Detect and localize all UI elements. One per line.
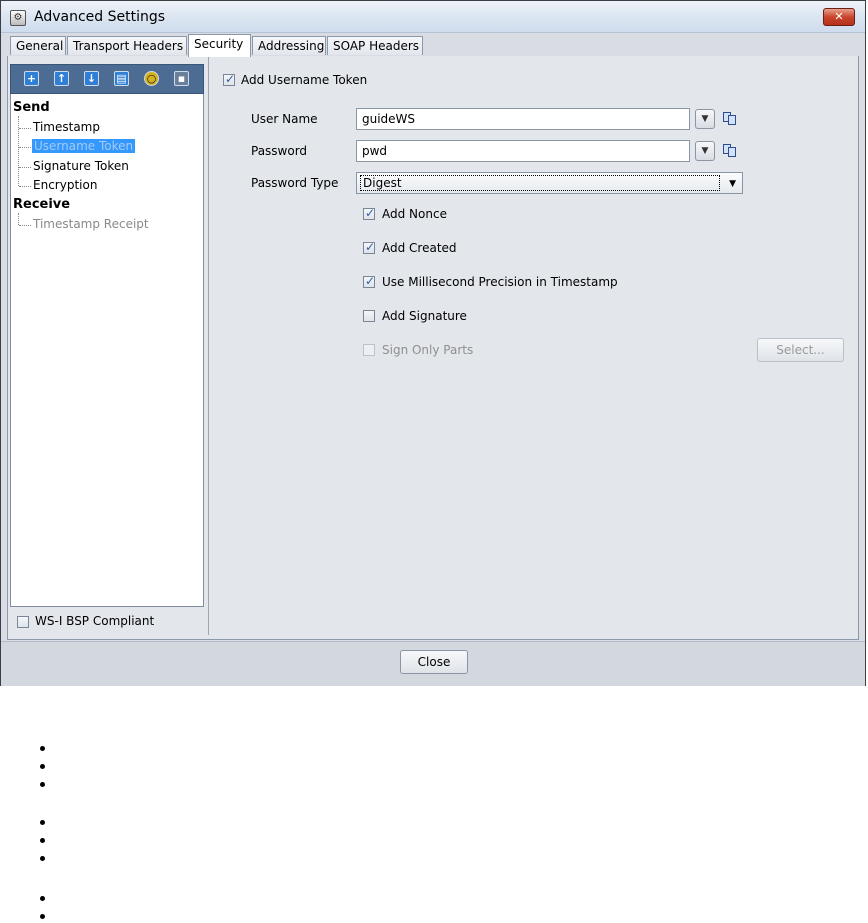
add-signature-label: Add Signature bbox=[382, 309, 467, 323]
tree-connector bbox=[18, 213, 19, 225]
security-tree: Send Timestamp Username Token Signature … bbox=[10, 94, 204, 607]
tree-item-timestamp[interactable]: Timestamp bbox=[33, 120, 100, 134]
user-name-label: User Name bbox=[251, 112, 318, 126]
add-created-checkbox[interactable] bbox=[363, 240, 375, 254]
add-username-token-checkbox[interactable] bbox=[223, 72, 235, 86]
list-bullet bbox=[40, 764, 45, 769]
add-icon[interactable]: + bbox=[24, 71, 39, 86]
sign-only-parts-checkbox[interactable] bbox=[363, 344, 375, 356]
list-bullet bbox=[40, 856, 45, 861]
list-bullet bbox=[40, 838, 45, 843]
tree-item-encryption[interactable]: Encryption bbox=[33, 178, 97, 192]
list-bullet bbox=[40, 820, 45, 825]
refresh-icon[interactable]: ○ bbox=[144, 71, 159, 86]
tab-transport-headers[interactable]: Transport Headers bbox=[67, 36, 187, 55]
move-up-icon[interactable]: ↑ bbox=[54, 71, 69, 86]
wsi-bsp-checkbox[interactable] bbox=[17, 616, 29, 628]
tree-send-header[interactable]: Send bbox=[13, 100, 50, 115]
user-name-input[interactable]: guideWS bbox=[356, 108, 690, 130]
ms-precision-label: Use Millisecond Precision in Timestamp bbox=[382, 275, 618, 289]
list-bullet bbox=[40, 746, 45, 751]
tab-addressing[interactable]: Addressing bbox=[252, 36, 326, 55]
add-nonce-checkbox[interactable] bbox=[363, 206, 375, 220]
list-bullet bbox=[40, 914, 45, 919]
user-name-dropdown-button[interactable]: ▼ bbox=[695, 109, 715, 129]
password-type-select[interactable]: Digest ▼ bbox=[356, 172, 743, 194]
app-icon: ⚙ bbox=[10, 10, 26, 26]
password-type-label: Password Type bbox=[251, 176, 339, 190]
window-close-button[interactable]: ✕ bbox=[823, 8, 855, 26]
tree-connector bbox=[19, 147, 31, 148]
variable-icon[interactable] bbox=[723, 144, 737, 158]
list-bullet bbox=[40, 782, 45, 787]
list-bullet bbox=[40, 896, 45, 901]
variable-icon[interactable] bbox=[723, 112, 737, 126]
chevron-down-icon: ▼ bbox=[729, 179, 736, 189]
title-bar[interactable]: ⚙ Advanced Settings ✕ bbox=[1, 1, 865, 33]
tree-item-username-token[interactable]: Username Token bbox=[32, 139, 136, 153]
tree-connector bbox=[19, 128, 31, 129]
add-signature-checkbox[interactable] bbox=[363, 310, 375, 322]
move-down-icon[interactable]: ↓ bbox=[84, 71, 99, 86]
tree-item-signature-token[interactable]: Signature Token bbox=[33, 159, 129, 173]
tab-security[interactable]: Security bbox=[188, 34, 251, 57]
password-dropdown-button[interactable]: ▼ bbox=[695, 141, 715, 161]
tree-connector bbox=[19, 167, 31, 168]
add-created-label: Add Created bbox=[382, 241, 457, 255]
advanced-settings-window: ⚙ Advanced Settings ✕ General Transport … bbox=[0, 0, 866, 686]
dialog-footer: Close bbox=[1, 641, 865, 686]
window-title: Advanced Settings bbox=[34, 9, 166, 25]
tree-connector bbox=[19, 186, 31, 187]
tree-item-timestamp-receipt[interactable]: Timestamp Receipt bbox=[33, 217, 149, 231]
tree-receive-header[interactable]: Receive bbox=[13, 197, 70, 212]
ms-precision-checkbox[interactable] bbox=[363, 274, 375, 288]
tree-connector bbox=[19, 225, 31, 226]
tab-general[interactable]: General bbox=[10, 36, 66, 55]
close-button[interactable]: Close bbox=[400, 650, 468, 674]
add-nonce-label: Add Nonce bbox=[382, 207, 447, 221]
wsi-bsp-label: WS-I BSP Compliant bbox=[35, 614, 155, 628]
add-username-token-label: Add Username Token bbox=[241, 73, 368, 87]
panel-divider[interactable] bbox=[208, 57, 209, 635]
select-parts-button[interactable]: Select... bbox=[757, 338, 844, 362]
password-type-value: Digest bbox=[360, 175, 720, 191]
password-input[interactable]: pwd bbox=[356, 140, 690, 162]
tree-connector bbox=[18, 116, 19, 186]
tab-soap-headers[interactable]: SOAP Headers bbox=[327, 36, 423, 55]
wsi-bsp-option: WS-I BSP Compliant bbox=[10, 609, 204, 635]
tree-toolbar: + ↑ ↓ ▤ ○ ▪ bbox=[10, 64, 204, 94]
delete-icon[interactable]: ▤ bbox=[114, 71, 129, 86]
password-label: Password bbox=[251, 144, 308, 158]
save-icon[interactable]: ▪ bbox=[174, 71, 189, 86]
sign-only-parts-label: Sign Only Parts bbox=[382, 343, 474, 357]
